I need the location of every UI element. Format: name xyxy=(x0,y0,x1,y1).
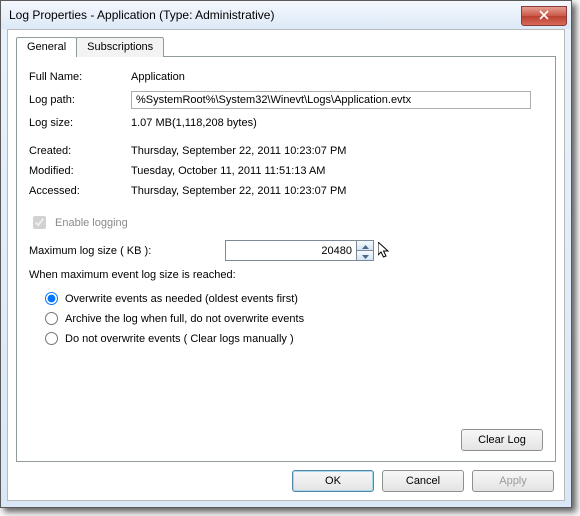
apply-button[interactable]: Apply xyxy=(472,470,554,492)
row-created: Created: Thursday, September 22, 2011 10… xyxy=(29,145,543,157)
clear-log-button[interactable]: Clear Log xyxy=(461,429,543,451)
cancel-button[interactable]: Cancel xyxy=(382,470,464,492)
spinner-buttons xyxy=(356,241,373,260)
row-accessed: Accessed: Thursday, September 22, 2011 1… xyxy=(29,185,543,197)
spinner-down[interactable] xyxy=(357,251,373,260)
close-icon xyxy=(539,10,549,23)
enable-logging-label: Enable logging xyxy=(55,217,128,229)
label-when-max: When maximum event log size is reached: xyxy=(29,269,543,281)
enable-logging-input xyxy=(33,216,46,229)
row-log-path: Log path: xyxy=(29,91,543,109)
titlebar: Log Properties - Application (Type: Admi… xyxy=(1,1,571,29)
label-log-path: Log path: xyxy=(29,94,131,106)
general-panel: Full Name: Application Log path: Log siz… xyxy=(16,56,556,462)
cursor-icon xyxy=(378,242,392,263)
row-full-name: Full Name: Application xyxy=(29,71,543,83)
value-modified: Tuesday, October 11, 2011 11:51:13 AM xyxy=(131,165,325,177)
label-max-size: Maximum log size ( KB ): xyxy=(29,245,225,257)
window: Log Properties - Application (Type: Admi… xyxy=(0,0,572,508)
close-button[interactable] xyxy=(521,6,567,26)
radio-overwrite[interactable]: Overwrite events as needed (oldest event… xyxy=(45,292,543,305)
ok-button[interactable]: OK xyxy=(292,470,374,492)
tab-subscriptions[interactable]: Subscriptions xyxy=(76,37,164,57)
value-full-name: Application xyxy=(131,71,185,83)
row-modified: Modified: Tuesday, October 11, 2011 11:5… xyxy=(29,165,543,177)
radio-archive-label: Archive the log when full, do not overwr… xyxy=(65,313,304,325)
radio-overwrite-label: Overwrite events as needed (oldest event… xyxy=(65,293,298,305)
label-created: Created: xyxy=(29,145,131,157)
radio-noover[interactable]: Do not overwrite events ( Clear logs man… xyxy=(45,332,543,345)
max-size-input[interactable] xyxy=(226,243,356,259)
tab-general[interactable]: General xyxy=(16,37,77,57)
label-accessed: Accessed: xyxy=(29,185,131,197)
chevron-down-icon xyxy=(362,250,369,262)
value-log-size: 1.07 MB(1,118,208 bytes) xyxy=(131,117,257,129)
radio-archive-input[interactable] xyxy=(45,312,58,325)
overflow-radios: Overwrite events as needed (oldest event… xyxy=(45,285,543,352)
log-path-input[interactable] xyxy=(131,91,531,109)
label-full-name: Full Name: xyxy=(29,71,131,83)
radio-noover-label: Do not overwrite events ( Clear logs man… xyxy=(65,333,294,345)
window-title: Log Properties - Application (Type: Admi… xyxy=(9,8,274,22)
enable-logging-checkbox: Enable logging xyxy=(29,213,543,232)
label-modified: Modified: xyxy=(29,165,131,177)
radio-archive[interactable]: Archive the log when full, do not overwr… xyxy=(45,312,543,325)
radio-overwrite-input[interactable] xyxy=(45,292,58,305)
dialog-footer: OK Cancel Apply xyxy=(16,462,556,492)
value-created: Thursday, September 22, 2011 10:23:07 PM xyxy=(131,145,346,157)
client-area: General Subscriptions Full Name: Applica… xyxy=(7,29,565,501)
radio-noover-input[interactable] xyxy=(45,332,58,345)
row-log-size: Log size: 1.07 MB(1,118,208 bytes) xyxy=(29,117,543,129)
value-accessed: Thursday, September 22, 2011 10:23:07 PM xyxy=(131,185,346,197)
max-size-spinner[interactable] xyxy=(225,240,374,261)
label-log-size: Log size: xyxy=(29,117,131,129)
row-max-size: Maximum log size ( KB ): xyxy=(29,240,543,261)
tab-strip: General Subscriptions xyxy=(16,37,556,57)
